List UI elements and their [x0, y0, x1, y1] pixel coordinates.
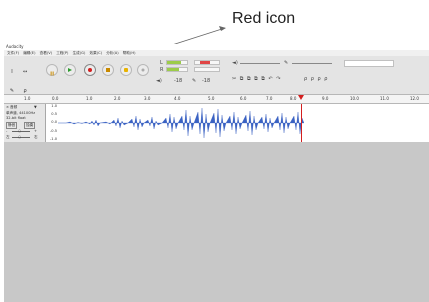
empty-track-area[interactable]: [4, 142, 429, 302]
pause-button[interactable]: [46, 64, 58, 76]
mic-icon: ✎: [192, 78, 197, 84]
envelope-tool-icon[interactable]: ↔: [22, 69, 28, 75]
waveform[interactable]: [58, 104, 304, 142]
input-device-select[interactable]: [344, 60, 394, 67]
ruler-tick: 12.0: [410, 96, 419, 101]
play-icon: [68, 68, 72, 72]
menu-analyze[interactable]: 分析(A): [106, 51, 118, 55]
ruler-tick: 10.0: [350, 96, 359, 101]
record-icon: [88, 68, 92, 72]
timeline-ruler[interactable]: 1.0 0.0 1.0 2.0 3.0 4.0 5.0 6.0 7.0 8.0 …: [4, 94, 429, 104]
ruler-tick: 0.0: [52, 96, 59, 101]
scale-label: -1.0: [49, 137, 57, 141]
gain-plus: +: [34, 129, 38, 133]
pan-left-label: 左: [6, 135, 10, 139]
playback-volume-slider[interactable]: [240, 63, 280, 64]
microphone-icon: ✎: [284, 60, 289, 66]
playback-meter-label-right: R: [160, 67, 164, 73]
amplitude-scale: 1.0 0.5 0.0 -0.5 -1.0: [48, 104, 58, 142]
meter-fill-red: [200, 61, 210, 64]
window-title: Audacity: [6, 44, 24, 49]
skip-start-button[interactable]: [120, 64, 132, 76]
red-icon-callout-label: Red icon: [232, 10, 296, 27]
toolbar: I ↔ ✎ ρ ↔ ✱ L R: [4, 56, 429, 113]
db-readout-right: -18: [202, 78, 211, 84]
ruler-tick: 1.0: [86, 96, 93, 101]
menu-generate[interactable]: 生成(G): [73, 51, 86, 55]
ruler-tick: 4.0: [174, 96, 181, 101]
scale-label: -0.5: [49, 129, 57, 133]
speaker-icon: ◄): [156, 78, 162, 84]
pan-right-label: 右: [34, 135, 38, 139]
ruler-tick: 8.0: [290, 96, 297, 101]
zoom-toolbar-icons[interactable]: ρ ρ ρ ρ: [304, 76, 328, 82]
ruler-tick: 7.0: [266, 96, 273, 101]
pause-icon: [50, 61, 55, 80]
ruler-tick: 2.0: [114, 96, 121, 101]
track-close-icon[interactable]: ×: [6, 105, 9, 109]
ruler-tick: 5.0: [208, 96, 215, 101]
recording-volume-slider[interactable]: [292, 63, 332, 64]
track-bit-depth: 32-bit float: [6, 116, 26, 120]
scale-label: 0.0: [51, 120, 57, 124]
ruler-tick: 1.0: [24, 96, 31, 101]
menu-file[interactable]: 文件(F): [7, 51, 19, 55]
meter-fill-green-left: [167, 61, 181, 64]
ruler-tick: 6.0: [240, 96, 247, 101]
skip-end-button[interactable]: [137, 64, 149, 76]
menu-project[interactable]: 工程(P): [56, 51, 68, 55]
track-name-dropdown[interactable]: 音频: [10, 105, 17, 110]
stop-icon: [106, 68, 110, 72]
edit-cursor-line: [301, 104, 302, 142]
chevron-down-icon[interactable]: ▼: [34, 105, 37, 109]
ruler-tick: 3.0: [144, 96, 151, 101]
gain-minus: -: [6, 129, 8, 133]
audacity-window: Audacity 文件(F) 编辑(E) 查看(V) 工程(P) 生成(G) 效…: [4, 44, 429, 302]
edit-toolbar-icons[interactable]: ✂ ⧉ ⧉ ⧉ ⧉ ↶ ↷: [232, 76, 281, 82]
waveform-path: [58, 107, 304, 139]
audio-track: × 音频 ▼ 单声道, 44100Hz 32-bit float 静音 独奏 -…: [4, 104, 429, 142]
ruler-tick: 11.0: [380, 96, 389, 101]
pan-slider-knob[interactable]: ○: [18, 135, 21, 139]
scale-label: 0.5: [51, 112, 57, 116]
menu-help[interactable]: 帮助(H): [123, 51, 136, 55]
meter-fill-green-right: [167, 68, 179, 71]
playhead-marker[interactable]: [298, 95, 304, 100]
playback-meter-right[interactable]: [194, 67, 220, 72]
track-control-panel: × 音频 ▼ 单声道, 44100Hz 32-bit float 静音 独奏 -…: [4, 104, 46, 142]
menu-view[interactable]: 查看(V): [40, 51, 52, 55]
ruler-tick: 9.0: [322, 96, 329, 101]
stop-button[interactable]: [102, 64, 114, 76]
skip-start-icon: [124, 68, 128, 72]
mute-button[interactable]: 静音: [6, 122, 18, 129]
menu-edit[interactable]: 编辑(E): [23, 51, 35, 55]
selection-tool-icon[interactable]: I: [9, 69, 15, 75]
tools-toolbar: I ↔ ✎ ρ ↔ ✱: [8, 58, 32, 113]
skip-end-icon: [141, 68, 145, 72]
solo-button[interactable]: 独奏: [24, 122, 36, 129]
menu-effect[interactable]: 效果(C): [90, 51, 103, 55]
scale-label: 1.0: [51, 104, 57, 108]
record-button[interactable]: [84, 64, 96, 76]
playback-meter-label-left: L: [160, 60, 163, 66]
db-readout-left: -18: [174, 78, 183, 84]
play-button[interactable]: [64, 64, 76, 76]
gain-slider-knob[interactable]: ○: [18, 129, 21, 133]
speaker-volume-icon: ◄): [232, 60, 238, 66]
